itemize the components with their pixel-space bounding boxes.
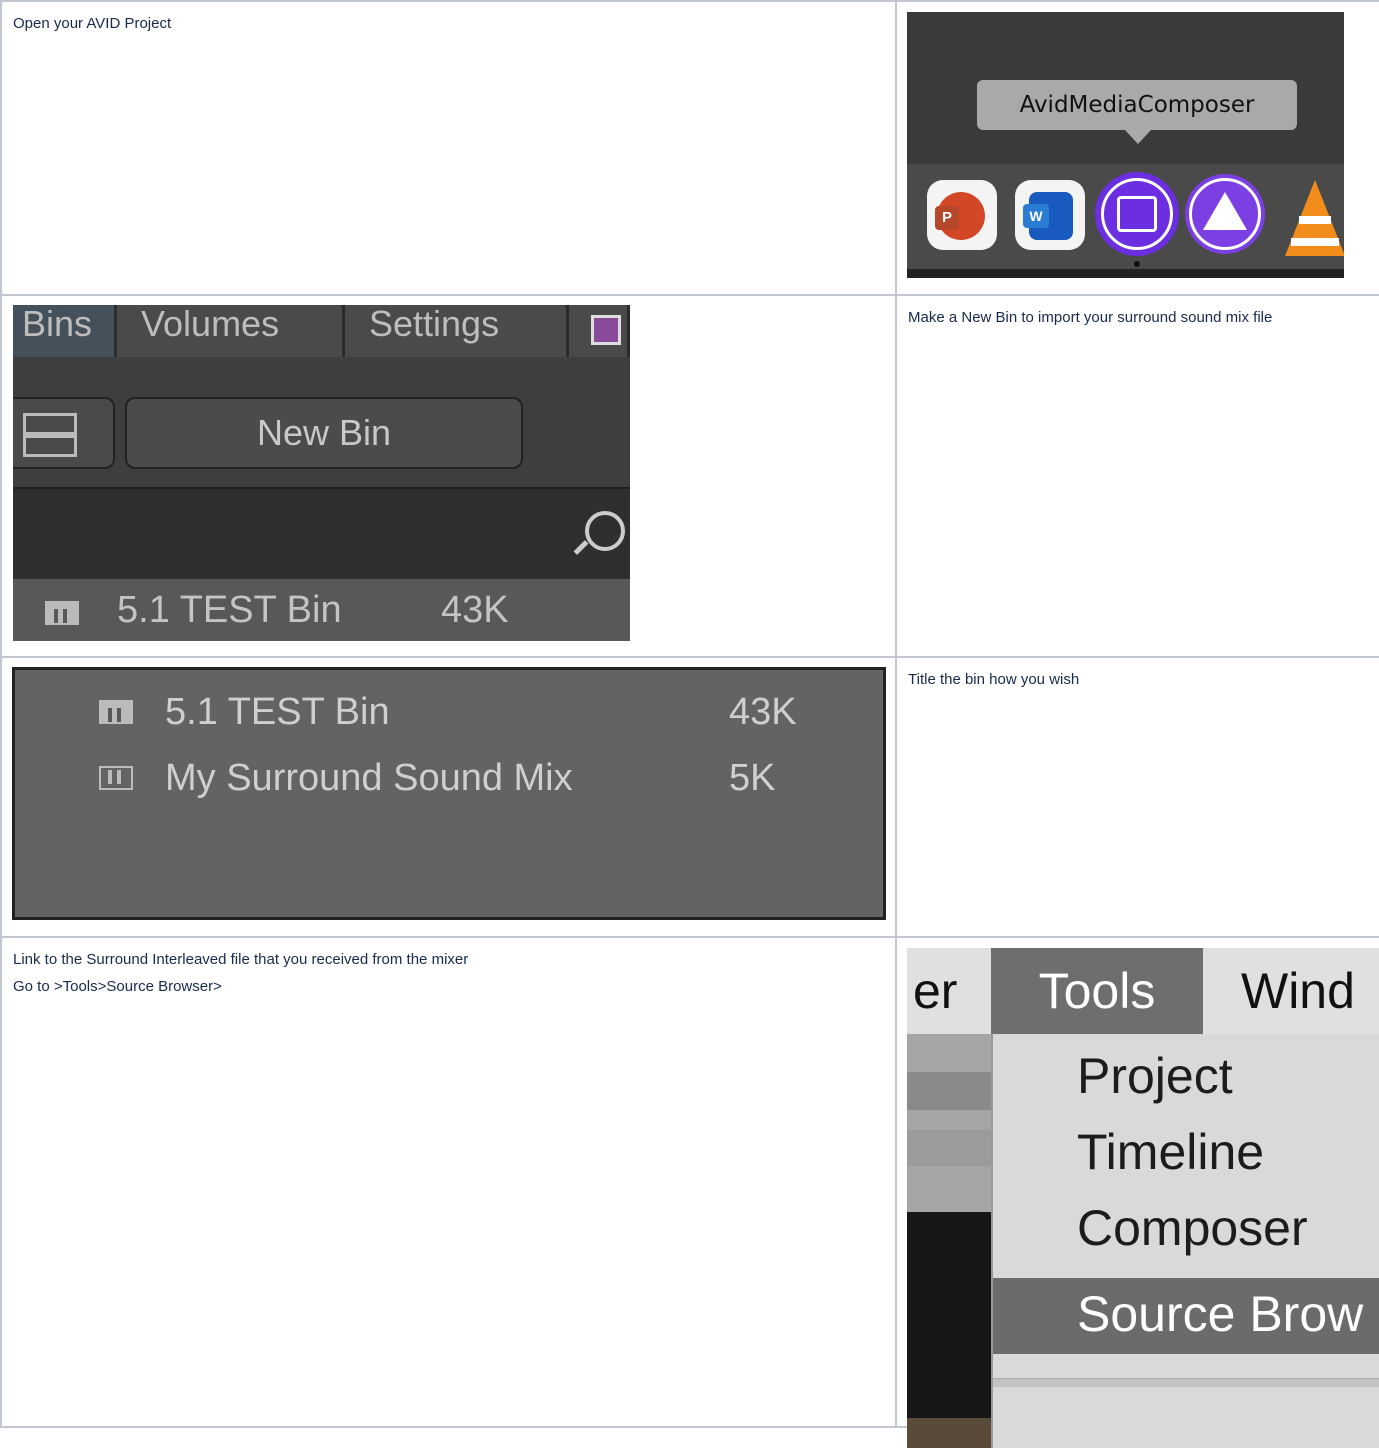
step-3-text-cell: Title the bin how you wish — [895, 656, 1379, 938]
tooltip-arrow — [1125, 130, 1151, 144]
new-bin-screenshot: Bins Volumes Settings New Bin 5.1 TEST B… — [13, 305, 630, 641]
bin-size: 5K — [729, 757, 776, 799]
menu-tools[interactable]: Tools — [991, 948, 1203, 1034]
step-1-text-cell: Open your AVID Project — [0, 0, 897, 296]
bin-name: My Surround Sound Mix — [165, 757, 573, 799]
step-4-text-2: Go to >Tools>Source Browser> — [13, 978, 222, 995]
step-1-image-cell: AvidMediaComposer P W — [895, 0, 1379, 296]
project-tabs: Bins Volumes Settings — [13, 305, 630, 357]
menu-item-composer[interactable]: Composer — [1077, 1198, 1308, 1258]
tools-dropdown: Project Timeline Composer Source Brow — [991, 1034, 1379, 1448]
tab-bins[interactable]: Bins — [13, 305, 117, 357]
step-4-image-cell: er Tools Wind Project Timeline Composer … — [895, 936, 1379, 1448]
pro-tools-icon[interactable] — [1185, 174, 1265, 254]
tab-more-icon[interactable] — [569, 305, 630, 357]
running-indicator-dot — [1134, 261, 1140, 267]
menu-window[interactable]: Wind — [1241, 948, 1355, 1034]
step-4-text: Link to the Surround Interleaved file th… — [13, 951, 469, 968]
step-1-text: Open your AVID Project — [13, 15, 172, 32]
menu-item-partial[interactable]: er — [913, 948, 957, 1034]
bin-search-field[interactable] — [13, 487, 630, 579]
vlc-icon[interactable] — [1279, 180, 1344, 260]
new-bin-button[interactable]: New Bin — [125, 397, 523, 469]
view-toggle-button[interactable] — [13, 397, 115, 469]
step-2-text: Make a New Bin to import your surround s… — [908, 309, 1273, 326]
bin-icon — [45, 601, 79, 625]
avid-media-composer-icon[interactable] — [1095, 172, 1179, 256]
step-row-3: 5.1 TEST Bin 43K My Surround Sound Mix 5… — [0, 656, 1379, 938]
bin-name: 5.1 TEST Bin — [117, 589, 342, 631]
bin-size: 43K — [729, 691, 797, 733]
tab-settings[interactable]: Settings — [345, 305, 569, 357]
step-2-text-cell: Make a New Bin to import your surround s… — [895, 294, 1379, 658]
powerpoint-icon[interactable]: P — [927, 180, 997, 250]
step-row-2: Bins Volumes Settings New Bin 5.1 TEST B… — [0, 294, 1379, 658]
instructions-table: Open your AVID Project AvidMediaComposer… — [0, 0, 1379, 1448]
bin-list-screenshot: 5.1 TEST Bin 43K My Surround Sound Mix 5… — [12, 667, 886, 920]
bin-size: 43K — [441, 589, 509, 631]
bin-icon — [99, 700, 133, 724]
menu-bar: er Tools Wind — [907, 948, 1379, 1034]
menu-item-source-browser[interactable]: Source Brow — [1077, 1284, 1363, 1344]
background-window — [907, 1034, 991, 1448]
search-icon[interactable] — [585, 511, 625, 551]
bin-icon — [99, 766, 133, 790]
step-2-image-cell: Bins Volumes Settings New Bin 5.1 TEST B… — [0, 294, 897, 658]
step-3-text: Title the bin how you wish — [908, 671, 1080, 688]
word-icon[interactable]: W — [1015, 180, 1085, 250]
dock-tooltip: AvidMediaComposer — [977, 80, 1297, 130]
dock-screenshot: AvidMediaComposer P W — [907, 12, 1344, 278]
menu-separator — [993, 1378, 1379, 1387]
tools-menu-screenshot: er Tools Wind Project Timeline Composer … — [907, 948, 1379, 1448]
tab-volumes[interactable]: Volumes — [117, 305, 345, 357]
step-row-1: Open your AVID Project AvidMediaComposer… — [0, 0, 1379, 296]
menu-item-timeline[interactable]: Timeline — [1077, 1122, 1264, 1182]
step-row-4: Link to the Surround Interleaved file th… — [0, 936, 1379, 1448]
bin-name: 5.1 TEST Bin — [165, 691, 390, 733]
menu-item-project[interactable]: Project — [1077, 1046, 1233, 1106]
dock-bottom-bar — [907, 269, 1344, 278]
step-3-image-cell: 5.1 TEST Bin 43K My Surround Sound Mix 5… — [0, 656, 897, 938]
step-4-text-cell: Link to the Surround Interleaved file th… — [0, 936, 897, 1428]
bin-list-item[interactable]: 5.1 TEST Bin 43K — [13, 579, 630, 641]
